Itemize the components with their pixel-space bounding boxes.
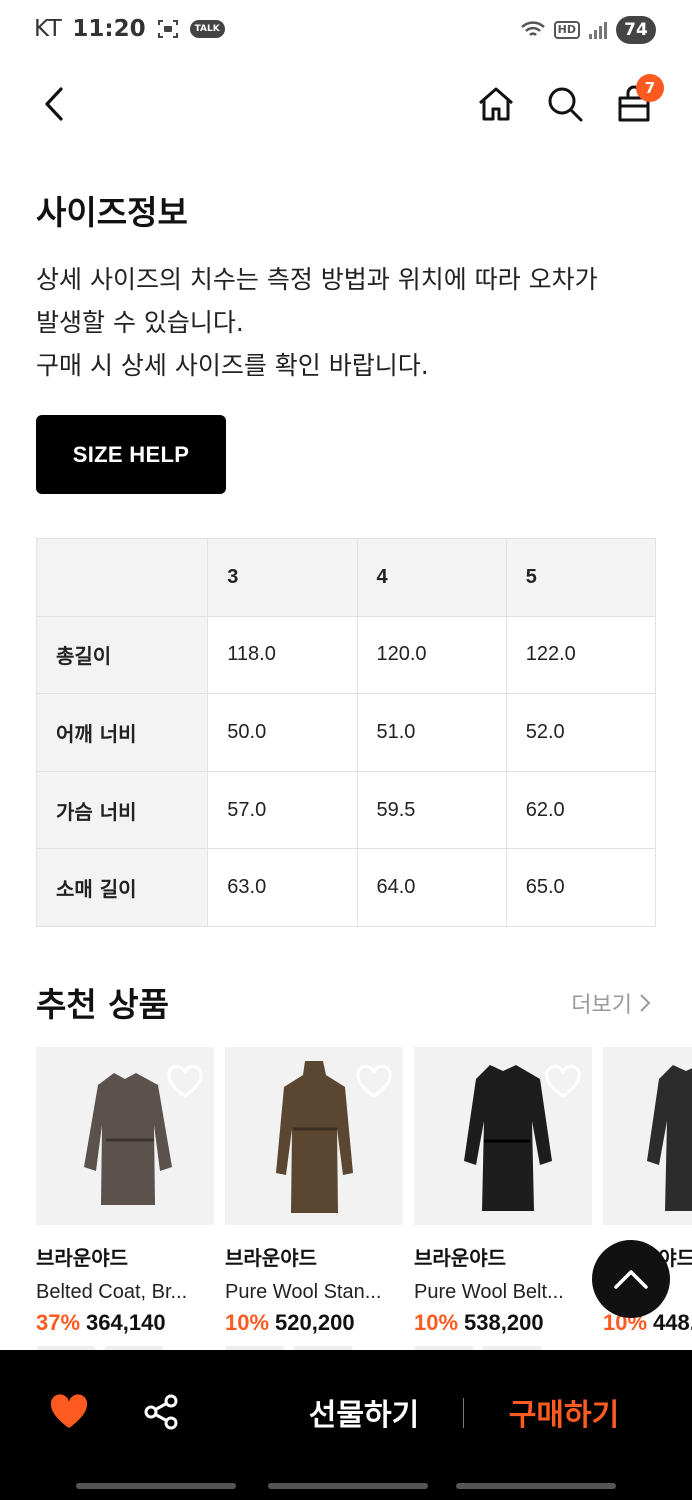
size-desc-line-2: 발생할 수 있습니다. [36,308,244,337]
table-cell: 50.0 [207,693,358,772]
gift-button[interactable]: 선물하기 [292,1390,436,1434]
table-row: 총길이 118.0 120.0 122.0 [35,615,657,695]
product-price: 10% 538,200 [414,1310,592,1336]
table-cell: 51.0 [356,693,507,772]
product-brand: 브라운야드 [225,1246,317,1270]
recommend-title: 추천 상품 [36,985,169,1024]
back-button[interactable] [30,80,78,128]
talk-icon: TALK [189,20,225,38]
product-name: Pure Wool Belt... [414,1281,564,1303]
size-header-cell: 4 [356,538,507,617]
size-desc-line-3: 구매 시 상세 사이즈를 확인 바랍니다. [36,351,429,380]
row-label: 소매 길이 [35,848,209,927]
product-price: 37% 364,140 [36,1310,214,1336]
home-button[interactable] [472,80,520,128]
table-cell: 62.0 [505,770,657,850]
chevron-right-icon [640,994,651,1012]
table-cell: 59.5 [356,770,507,850]
more-link[interactable]: 더보기 [571,987,652,1019]
table-cell: 122.0 [505,615,657,695]
table-cell: 120.0 [356,615,507,695]
product-discount: 10% [414,1310,459,1335]
product-price-value: 364,140 [86,1310,166,1335]
product-name: Belted Coat, Br... [36,1281,188,1303]
table-cell: 52.0 [505,693,657,772]
product-image[interactable] [36,1047,214,1225]
status-time: 11:20 [72,16,146,42]
gesture-bar-left [76,1483,236,1489]
table-cell: 65.0 [505,848,657,927]
home-icon [479,87,513,121]
size-header-cell: 3 [207,538,358,617]
product-image[interactable] [414,1047,592,1225]
product-card[interactable]: 브라운야드 Pure Wool Belt... 10% 538,200 [414,1047,592,1357]
table-row: 어깨 너비 50.0 51.0 52.0 [35,693,657,772]
bottom-action-bar: 선물하기 구매하기 [0,1350,692,1500]
row-label: 총길이 [35,615,209,695]
status-right: HD 74 [520,16,656,44]
screenshot-icon [156,17,180,41]
table-cell: 118.0 [207,615,358,695]
wifi-icon [520,19,546,41]
product-brand: 브라운야드 [414,1246,506,1270]
wishlist-heart-icon[interactable] [355,1065,393,1099]
table-row: 가슴 너비 57.0 59.5 62.0 [35,770,657,850]
status-left: KT 11:20 TALK [34,16,225,42]
size-desc-line-1: 상세 사이즈의 치수는 측정 방법과 위치에 따라 오차가 [36,265,598,294]
row-label: 어깨 너비 [35,693,209,772]
product-card[interactable]: 브라운야드 Belted Coat, Br... 37% 364,140 [36,1047,214,1357]
product-discount: 37% [36,1310,81,1335]
product-image[interactable] [225,1047,403,1225]
share-button[interactable] [139,1390,183,1434]
size-table-corner [35,538,209,617]
like-button[interactable] [47,1390,91,1434]
table-cell: 64.0 [356,848,507,927]
gesture-bar-right [456,1483,616,1489]
cart-count-badge: 7 [636,74,664,102]
product-brand: 브라운야드 [36,1246,128,1270]
table-row: 소매 길이 63.0 64.0 65.0 [35,848,657,927]
table-cell: 57.0 [207,770,358,850]
product-card[interactable]: 브라운야드 Pure Wool Stan... 10% 520,200 [225,1047,403,1357]
buy-button[interactable]: 구매하기 [492,1390,636,1434]
heart-icon [50,1394,88,1428]
bottom-bar-divider [463,1398,464,1428]
hd-icon: HD [553,21,580,39]
size-header-cell: 5 [505,538,657,617]
scroll-top-button[interactable] [592,1240,670,1318]
chevron-up-icon [614,1270,648,1289]
status-bar: KT 11:20 TALK HD 74 [0,0,692,62]
carrier-label: KT [34,16,63,42]
size-info-description: 상세 사이즈의 치수는 측정 방법과 위치에 따라 오차가 발생할 수 있습니다… [36,258,666,387]
search-icon [548,87,583,122]
wishlist-heart-icon[interactable] [166,1065,204,1099]
size-info-title: 사이즈정보 [36,193,188,232]
product-discount: 10% [225,1310,270,1335]
top-nav: 7 [0,72,692,136]
chevron-left-icon [45,87,63,121]
size-help-button[interactable]: SIZE HELP [36,415,226,494]
cart-button[interactable]: 7 [610,74,664,128]
product-price-value: 448... [653,1310,692,1335]
battery-icon: 74 [616,16,656,44]
product-image[interactable] [603,1047,692,1225]
more-link-label: 더보기 [571,993,632,1018]
share-icon [144,1394,178,1430]
product-price-value: 538,200 [464,1310,544,1335]
coat-image [647,1065,692,1211]
product-name: Pure Wool Stan... [225,1281,382,1303]
row-label: 가슴 너비 [35,770,209,850]
signal-icon [588,20,608,40]
product-price: 10% 520,200 [225,1310,403,1336]
search-button[interactable] [541,80,589,128]
size-table: 3 4 5 총길이 118.0 120.0 122.0 어깨 너비 50.0 5… [35,538,657,927]
recommend-list: 브라운야드 Belted Coat, Br... 37% 364,140 브라운야… [36,1047,692,1357]
wishlist-heart-icon[interactable] [544,1065,582,1099]
table-cell: 63.0 [207,848,358,927]
gesture-bar-center [268,1483,428,1489]
product-price-value: 520,200 [275,1310,355,1335]
size-table-header: 3 4 5 [35,538,657,617]
